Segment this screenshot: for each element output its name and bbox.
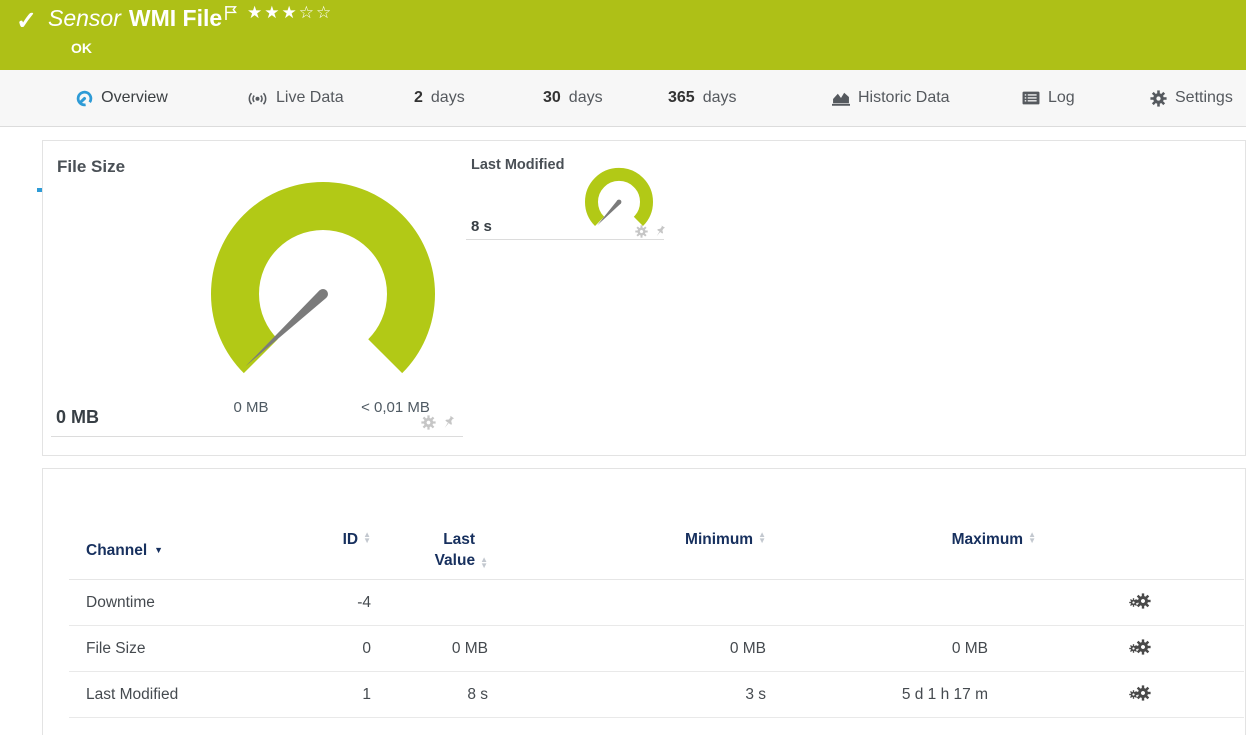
- sensor-name: WMI File: [128, 5, 223, 31]
- file-size-gauge-tools: [421, 415, 456, 430]
- table-row-file-size[interactable]: File Size 0 0 MB 0 MB 0 MB: [69, 626, 1244, 672]
- sensor-kind-label: Sensor: [48, 5, 121, 31]
- channel-name: Downtime: [86, 593, 155, 611]
- channels-panel: Channel ▼ ID ▲ ▼ Last Value ▲ ▼ Minimum ▲ ▼…: [42, 468, 1246, 735]
- file-size-gauge: [211, 181, 435, 374]
- channel-settings-gears-icon[interactable]: [1129, 638, 1151, 659]
- tab-historic-data[interactable]: Historic Data: [832, 70, 950, 126]
- tab-label: days: [430, 89, 465, 106]
- flag-icon[interactable]: [224, 5, 238, 26]
- sensor-header: ✓ Sensor WMI File ★★★☆☆ OK: [0, 0, 1246, 70]
- tab-log[interactable]: Log: [1022, 70, 1075, 126]
- tab-live-data[interactable]: Live Data: [247, 70, 344, 126]
- tab-overview[interactable]: Overview: [37, 70, 207, 126]
- sort-icon: ▲ ▼: [480, 555, 488, 570]
- column-header-id[interactable]: ID ▲ ▼: [286, 529, 371, 571]
- log-list-icon: [1022, 91, 1040, 105]
- broadcast-icon: [247, 90, 268, 107]
- page: ✓ Sensor WMI File ★★★☆☆ OK Overview Live…: [0, 0, 1246, 735]
- gear-icon: [1150, 89, 1167, 107]
- area-chart-icon: [832, 90, 850, 106]
- channel-id: -4: [357, 593, 371, 611]
- channel-settings-gears-icon[interactable]: [1129, 592, 1151, 613]
- status-check-icon: ✓: [16, 7, 37, 35]
- pin-icon[interactable]: [440, 413, 458, 432]
- column-header-maximum[interactable]: Maximum ▲ ▼: [814, 529, 1036, 571]
- sort-icon: ▲ ▼: [363, 530, 371, 545]
- gear-icon[interactable]: [421, 415, 436, 430]
- priority-stars[interactable]: ★★★☆☆: [247, 3, 333, 23]
- file-size-gauge-title: File Size: [57, 157, 126, 176]
- sort-icon: ▲ ▼: [1028, 530, 1036, 545]
- gauge-scale-min: 0 MB: [233, 399, 269, 416]
- column-header-last-value[interactable]: Last Value ▲ ▼: [371, 529, 488, 571]
- gear-icon[interactable]: [635, 225, 648, 238]
- divider: [466, 239, 664, 240]
- channel-minimum: 0 MB: [729, 639, 766, 657]
- column-header-minimum[interactable]: Minimum ▲ ▼: [488, 529, 766, 571]
- tab-label: Settings: [1175, 89, 1233, 106]
- last-modified-gauge-tools: [635, 223, 668, 239]
- table-row-downtime[interactable]: Downtime -4: [69, 580, 1244, 626]
- last-modified-value: 8 s: [471, 218, 492, 235]
- channel-name: File Size: [86, 639, 146, 657]
- divider: [51, 436, 463, 437]
- tab-settings[interactable]: Settings: [1150, 70, 1233, 126]
- status-badge: OK: [71, 40, 92, 56]
- channel-maximum: 0 MB: [951, 639, 988, 657]
- tab-label: days: [568, 89, 603, 106]
- channel-settings-gears-icon[interactable]: [1129, 684, 1151, 705]
- channel-id: 0: [362, 639, 371, 657]
- gauge-scale-max: < 0,01 MB: [361, 399, 430, 416]
- column-header-channel[interactable]: Channel ▼: [69, 529, 286, 571]
- channels-table: Channel ▼ ID ▲ ▼ Last Value ▲ ▼ Minimum ▲ ▼…: [69, 469, 1244, 718]
- tab-label: Overview: [101, 89, 168, 106]
- last-modified-gauge-title: Last Modified: [471, 157, 565, 173]
- gauges-panel: File Size Last Modified 0 MB < 0,01 MB 0…: [42, 140, 1246, 456]
- channel-last-value: 8 s: [467, 685, 488, 703]
- sort-icon: ▲ ▼: [758, 530, 766, 545]
- gauge-icon: [76, 90, 93, 107]
- channel-id: 1: [362, 685, 371, 703]
- tab-number: 2: [414, 89, 423, 106]
- pin-icon[interactable]: [652, 223, 668, 239]
- tab-2-days[interactable]: 2 days: [414, 70, 465, 126]
- channel-name: Last Modified: [86, 685, 179, 703]
- tab-label: days: [702, 89, 737, 106]
- tab-number: 365: [668, 89, 695, 106]
- tab-label: Live Data: [276, 89, 344, 106]
- page-title: Sensor WMI File: [48, 5, 222, 32]
- last-modified-gauge: [585, 167, 653, 226]
- tab-365-days[interactable]: 365 days: [668, 70, 737, 126]
- channel-last-value: 0 MB: [451, 639, 488, 657]
- tab-number: 30: [543, 89, 561, 106]
- sorted-desc-icon: ▼: [154, 544, 164, 555]
- tab-30-days[interactable]: 30 days: [543, 70, 603, 126]
- tab-bar: Overview Live Data 2 days 30 days 365 da…: [0, 70, 1246, 192]
- tab-label: Log: [1048, 89, 1075, 106]
- tab-label: Historic Data: [858, 89, 950, 106]
- file-size-value: 0 MB: [56, 407, 100, 427]
- table-row-last-modified[interactable]: Last Modified 1 8 s 3 s 5 d 1 h 17 m: [69, 672, 1244, 718]
- channel-maximum: 5 d 1 h 17 m: [901, 685, 988, 703]
- table-header-row: Channel ▼ ID ▲ ▼ Last Value ▲ ▼ Minimum ▲ ▼…: [69, 469, 1244, 580]
- channel-minimum: 3 s: [745, 685, 766, 703]
